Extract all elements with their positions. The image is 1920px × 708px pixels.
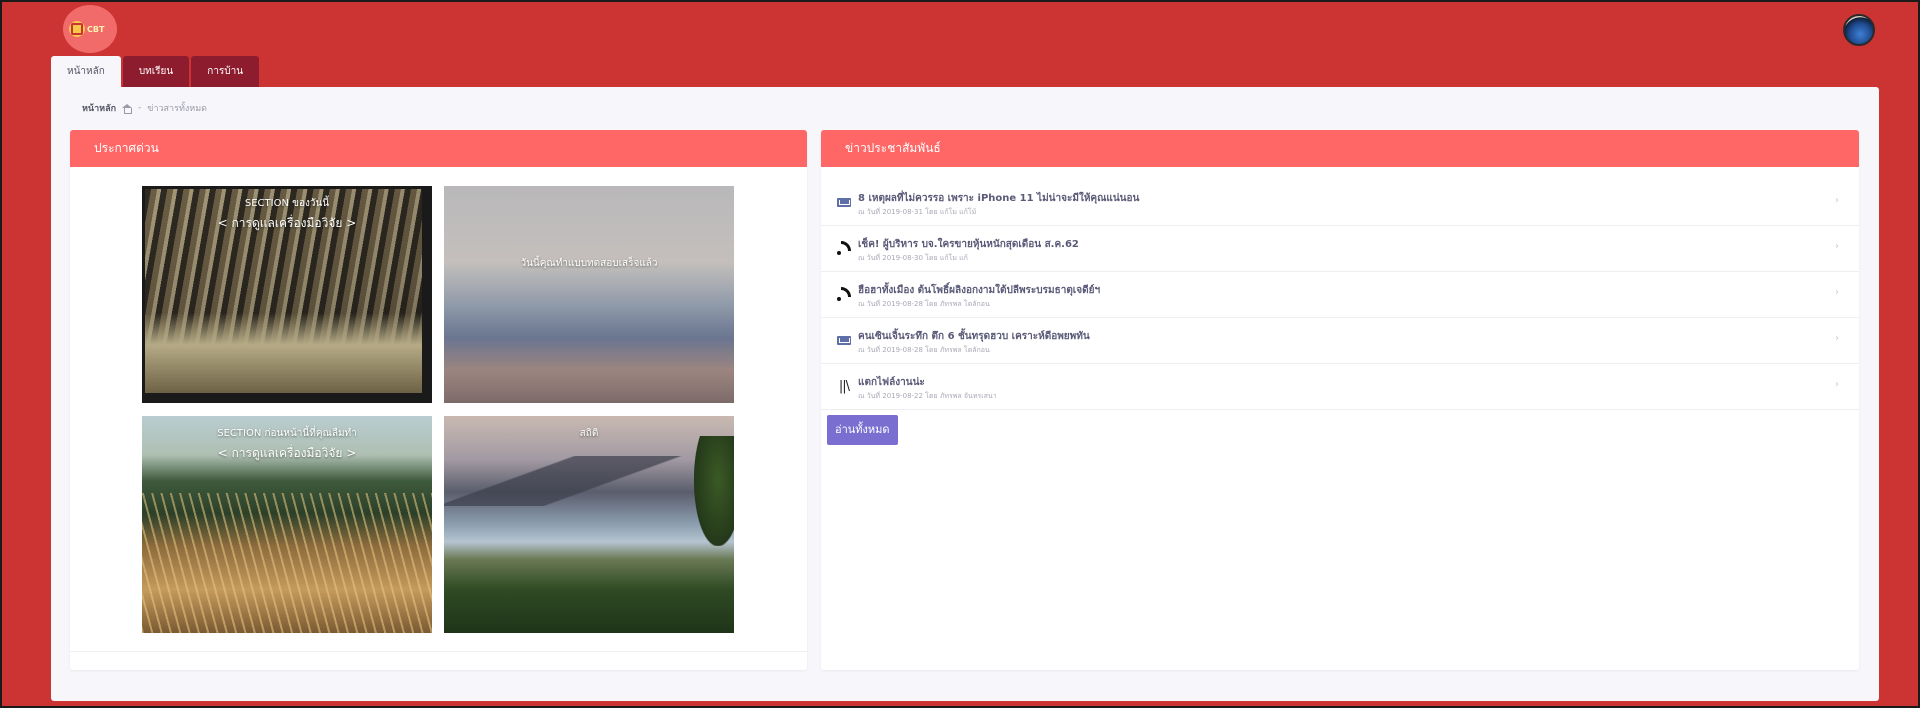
tile-caption: สถิติ xyxy=(579,428,599,439)
news-item-title: แตกไฟล์งานน่ะ xyxy=(858,377,925,388)
mail-icon xyxy=(836,333,852,347)
tile-statistics[interactable]: สถิติ xyxy=(444,416,734,633)
tile-subcaption: < การดูแลเครื่องมือวิจัย > xyxy=(217,446,357,460)
logo-mark-icon xyxy=(69,21,85,37)
announcement-tiles: SECTION ของวันนี้ < การดูแลเครื่องมือวิจ… xyxy=(142,186,734,636)
main-tabs: หน้าหลัก บทเรียน การบ้าน xyxy=(51,56,260,87)
news-item-meta: ณ วันที่ 2019-08-31 โดย แก้โม แก้โม้ xyxy=(858,208,977,216)
tile-image-tree xyxy=(694,436,734,546)
tab-lessons[interactable]: บทเรียน xyxy=(122,56,190,87)
announcements-title: ประกาศด่วน xyxy=(70,130,807,167)
chevron-right-icon: › xyxy=(1835,195,1839,206)
tab-homework[interactable]: การบ้าน xyxy=(191,56,260,87)
news-item[interactable]: ฮือฮาทั้งเมือง ต้นโพธิ์ผลิงอกงามใต้ปลีพร… xyxy=(821,272,1859,318)
tile-caption: วันนี้คุณทำแบบทดสอบเสร็จแล้ว xyxy=(520,258,658,269)
chevron-right-icon: › xyxy=(1835,379,1839,390)
chevron-right-icon: › xyxy=(1835,333,1839,344)
news-item[interactable]: เช็ค! ผู้บริหาร บจ.ใครขายหุ้นหนักสุดเดือ… xyxy=(821,226,1859,272)
logo-text: CBT xyxy=(87,24,105,34)
news-item[interactable]: 8 เหตุผลที่ไม่ควรรอ เพราะ iPhone 11 ไม่น… xyxy=(821,180,1859,226)
tile-image xyxy=(444,456,734,506)
tile-subcaption: < การดูแลเครื่องมือวิจัย > xyxy=(217,216,357,230)
breadcrumb-separator: - xyxy=(138,103,142,113)
books-icon: ||\ xyxy=(838,378,850,394)
news-item[interactable]: คนเซินเจิ้นระทึก ตึก 6 ชั้นทรุดฮวบ เคราะ… xyxy=(821,318,1859,364)
news-item-meta: ณ วันที่ 2019-08-22 โดย ภัทรพล จันทรเสนา xyxy=(858,392,997,400)
tile-test-done[interactable]: วันนี้คุณทำแบบทดสอบเสร็จแล้ว xyxy=(444,186,734,403)
chevron-right-icon: › xyxy=(1835,287,1839,298)
news-item-title: เช็ค! ผู้บริหาร บจ.ใครขายหุ้นหนักสุดเดือ… xyxy=(858,239,1079,250)
chevron-right-icon: › xyxy=(1835,241,1839,252)
news-item[interactable]: ||\ แตกไฟล์งานน่ะ ณ วันที่ 2019-08-22 โด… xyxy=(821,364,1859,410)
main-content: หน้าหลัก - ข่าวสารทั้งหมด ประกาศด่วน SEC… xyxy=(51,87,1879,701)
tile-caption: SECTION ของวันนี้ xyxy=(244,198,330,209)
read-all-button[interactable]: อ่านทั้งหมด xyxy=(827,415,898,445)
breadcrumb-home[interactable]: หน้าหลัก xyxy=(82,101,116,115)
mail-icon xyxy=(836,195,852,209)
home-icon xyxy=(122,103,133,114)
panel-divider xyxy=(70,651,807,652)
tile-image xyxy=(142,493,432,633)
breadcrumb-current: ข่าวสารทั้งหมด xyxy=(147,104,207,114)
tab-home[interactable]: หน้าหลัก xyxy=(51,56,121,87)
news-item-meta: ณ วันที่ 2019-08-30 โดย แก้โม แก้ xyxy=(858,254,968,262)
tile-caption: SECTION ก่อนหน้านี้ที่คุณลืมทำ xyxy=(217,428,357,439)
app-logo[interactable]: CBT xyxy=(63,5,117,53)
rss-icon xyxy=(836,241,852,255)
rss-icon xyxy=(836,287,852,301)
app-frame: CBT หน้าหลัก บทเรียน การบ้าน หน้าหลัก - … xyxy=(2,2,1918,706)
tile-today-section[interactable]: SECTION ของวันนี้ < การดูแลเครื่องมือวิจ… xyxy=(142,186,432,403)
news-title: ข่าวประชาสัมพันธ์ xyxy=(821,130,1859,167)
news-item-title: คนเซินเจิ้นระทึก ตึก 6 ชั้นทรุดฮวบ เคราะ… xyxy=(858,331,1090,342)
news-list: 8 เหตุผลที่ไม่ควรรอ เพราะ iPhone 11 ไม่น… xyxy=(821,180,1859,410)
news-item-meta: ณ วันที่ 2019-08-28 โดย ภัทรพล โตลักอน xyxy=(858,346,990,354)
tile-missed-section[interactable]: SECTION ก่อนหน้านี้ที่คุณลืมทำ < การดูแล… xyxy=(142,416,432,633)
news-item-title: ฮือฮาทั้งเมือง ต้นโพธิ์ผลิงอกงามใต้ปลีพร… xyxy=(858,285,1101,296)
news-item-meta: ณ วันที่ 2019-08-28 โดย ภัทรพล โตลักอน xyxy=(858,300,990,308)
announcements-panel: ประกาศด่วน SECTION ของวันนี้ < การดูแลเค… xyxy=(70,130,807,670)
news-panel: ข่าวประชาสัมพันธ์ 8 เหตุผลที่ไม่ควรรอ เพ… xyxy=(821,130,1859,670)
user-avatar[interactable] xyxy=(1843,14,1875,46)
breadcrumb: หน้าหลัก - ข่าวสารทั้งหมด xyxy=(82,101,207,115)
news-item-title: 8 เหตุผลที่ไม่ควรรอ เพราะ iPhone 11 ไม่น… xyxy=(858,193,1140,204)
